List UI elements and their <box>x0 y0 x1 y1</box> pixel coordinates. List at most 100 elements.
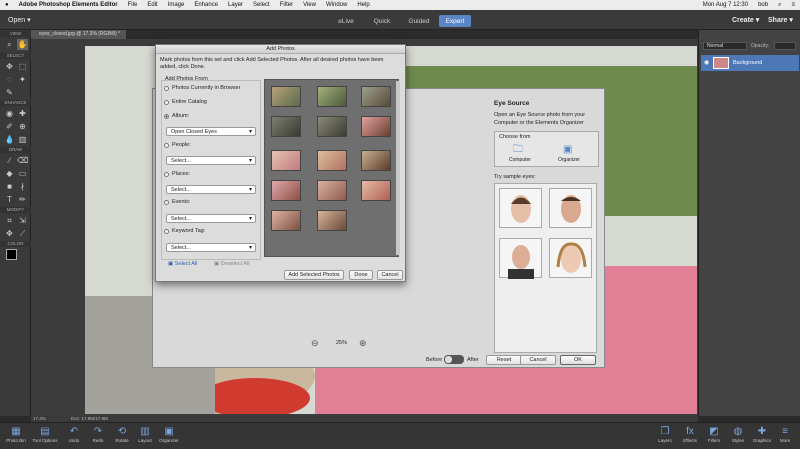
type-tool-icon[interactable]: T <box>4 194 15 205</box>
organizer-button[interactable]: Organizer <box>558 157 580 163</box>
thumbnail-11[interactable] <box>317 180 347 201</box>
tool-options-button[interactable]: ▤ Tool Options <box>30 426 60 443</box>
menu-window[interactable]: Window <box>321 2 352 8</box>
deselect-all-button[interactable]: ▣ Deselect All <box>214 261 249 267</box>
menu-filter[interactable]: Filter <box>275 2 298 8</box>
filters-button[interactable]: ◩ Filters <box>701 426 727 443</box>
menu-view[interactable]: View <box>298 2 321 8</box>
quick-select-icon[interactable]: ✎ <box>4 87 15 98</box>
more-button[interactable]: ≡ More <box>772 426 798 443</box>
radio-album[interactable]: Album: <box>164 113 189 119</box>
thumbnail-2[interactable] <box>317 86 347 107</box>
done-button[interactable]: Done <box>349 270 373 280</box>
create-button[interactable]: Create ▾ <box>732 16 759 24</box>
open-button[interactable]: Open ▾ <box>8 16 31 24</box>
undo-button[interactable]: ↶ Undo <box>61 426 87 443</box>
thumbnail-13[interactable] <box>271 210 301 231</box>
thumbnail-14[interactable] <box>317 210 347 231</box>
radio-places[interactable]: Places: <box>164 171 190 177</box>
sample-face-3[interactable] <box>499 238 542 279</box>
add-photos-cancel-button[interactable]: Cancel <box>377 270 403 280</box>
zoom-tool-icon[interactable]: ⌕ <box>4 39 15 50</box>
tab-quick[interactable]: Quick <box>365 15 399 27</box>
list-icon[interactable]: ≡ <box>786 2 800 9</box>
thumbnail-9[interactable] <box>361 150 391 171</box>
eye-tool-icon[interactable]: ◉ <box>4 108 15 119</box>
radio-events[interactable]: Events: <box>164 199 190 205</box>
tab-elive[interactable]: eLive <box>332 15 360 27</box>
thumbnail-10[interactable] <box>271 180 301 201</box>
share-button[interactable]: Share ▾ <box>768 16 793 24</box>
move-tool-icon[interactable]: ✥ <box>4 61 15 72</box>
menu-select[interactable]: Select <box>248 2 275 8</box>
paint-bucket-icon[interactable]: ◆ <box>4 168 15 179</box>
places-select[interactable]: Select... <box>166 185 256 194</box>
organizer-icon[interactable]: ▣ <box>563 144 579 155</box>
menu-file[interactable]: File <box>123 2 143 8</box>
foreground-color-swatch[interactable] <box>6 249 17 260</box>
organizer-taskbar-button[interactable]: ▣ Organizer <box>155 426 183 443</box>
sample-face-4[interactable] <box>549 238 592 278</box>
blur-tool-icon[interactable]: 💧 <box>4 134 15 145</box>
thumbnail-7[interactable] <box>271 150 301 171</box>
blend-mode-select[interactable]: Normal <box>703 42 747 50</box>
reset-button[interactable]: Reset <box>486 355 522 365</box>
opacity-field[interactable] <box>774 42 796 50</box>
events-select[interactable]: Select... <box>166 214 256 223</box>
radio-keyword-tag[interactable]: Keyword Tag: <box>164 228 205 234</box>
sample-face-1[interactable] <box>499 188 542 228</box>
select-all-button[interactable]: ▣ Select All <box>168 261 197 267</box>
keyword-tag-select[interactable]: Select... <box>166 243 256 252</box>
menu-enhance[interactable]: Enhance <box>189 2 223 8</box>
people-select[interactable]: Select... <box>166 156 256 165</box>
thumbnail-4[interactable] <box>271 116 301 137</box>
tab-expert[interactable]: Expert <box>439 15 471 27</box>
gradient-tool-icon[interactable]: ▭ <box>17 168 28 179</box>
pencil-tool-icon[interactable]: ✏ <box>17 194 28 205</box>
visibility-icon[interactable]: ◉ <box>704 59 709 66</box>
album-select[interactable]: Open Closed Eyes <box>166 127 256 136</box>
tab-guided[interactable]: Guided <box>402 15 436 27</box>
menu-layer[interactable]: Layer <box>223 2 248 8</box>
computer-button[interactable]: Computer <box>509 157 531 163</box>
menu-edit[interactable]: Edit <box>142 2 162 8</box>
radio-entire-catalog[interactable]: Entire Catalog <box>164 99 207 105</box>
straighten-tool-icon[interactable]: ⟋ <box>17 228 28 239</box>
layers-button[interactable]: ❐ Layers <box>652 426 678 443</box>
computer-folder-icon[interactable]: 🗀 <box>513 144 529 155</box>
menu-help[interactable]: Help <box>352 2 374 8</box>
thumbnail-3[interactable] <box>361 86 391 107</box>
magic-wand-icon[interactable]: ✦ <box>17 74 28 85</box>
zoom-in-icon[interactable]: ⊕ <box>359 338 367 349</box>
document-tab[interactable]: eyes_closed.jpg @ 17.3% (RGB/8) * <box>31 30 126 39</box>
spotlight-icon[interactable]: ⌕ <box>773 2 786 9</box>
shape-tool-icon[interactable]: ■ <box>4 181 15 192</box>
crop-tool-icon[interactable]: ⌗ <box>4 215 15 226</box>
content-move-icon[interactable]: ✥ <box>4 228 15 239</box>
menu-image[interactable]: Image <box>163 2 190 8</box>
sponge-tool-icon[interactable]: ▥ <box>17 134 28 145</box>
zoom-out-icon[interactable]: ⊖ <box>311 338 319 349</box>
spot-heal-icon[interactable]: ✚ <box>17 108 28 119</box>
radio-people[interactable]: People: <box>164 142 191 148</box>
radio-photos-in-browser[interactable]: Photos Currently in Browser <box>164 85 240 91</box>
thumbnail-12[interactable] <box>361 180 391 201</box>
thumbnail-8[interactable] <box>317 150 347 171</box>
effects-button[interactable]: fx Effects <box>677 426 703 443</box>
clone-stamp-icon[interactable]: ⊕ <box>17 121 28 132</box>
ok-button[interactable]: OK <box>560 355 596 365</box>
hand-tool-icon[interactable]: ✋ <box>17 39 28 50</box>
eraser-tool-icon[interactable]: ⌫ <box>17 155 28 166</box>
eyedropper-icon[interactable]: ∤ <box>17 181 28 192</box>
styles-button[interactable]: ◍ Styles <box>725 426 751 443</box>
thumbnail-6[interactable] <box>361 116 391 137</box>
thumbnail-scrollbar[interactable] <box>396 81 400 255</box>
status-zoom[interactable]: 17.3% <box>33 416 46 421</box>
photo-bin-button[interactable]: ▦ Photo Bin <box>3 426 29 443</box>
app-name-menu[interactable]: Adobe Photoshop Elements Editor <box>14 2 123 8</box>
eyes-cancel-button[interactable]: Cancel <box>520 355 556 365</box>
marquee-tool-icon[interactable]: ⬚ <box>17 61 28 72</box>
apple-icon[interactable]: ● <box>0 2 14 8</box>
recompose-tool-icon[interactable]: ⇲ <box>17 215 28 226</box>
lasso-tool-icon[interactable]: ◌ <box>4 74 15 85</box>
